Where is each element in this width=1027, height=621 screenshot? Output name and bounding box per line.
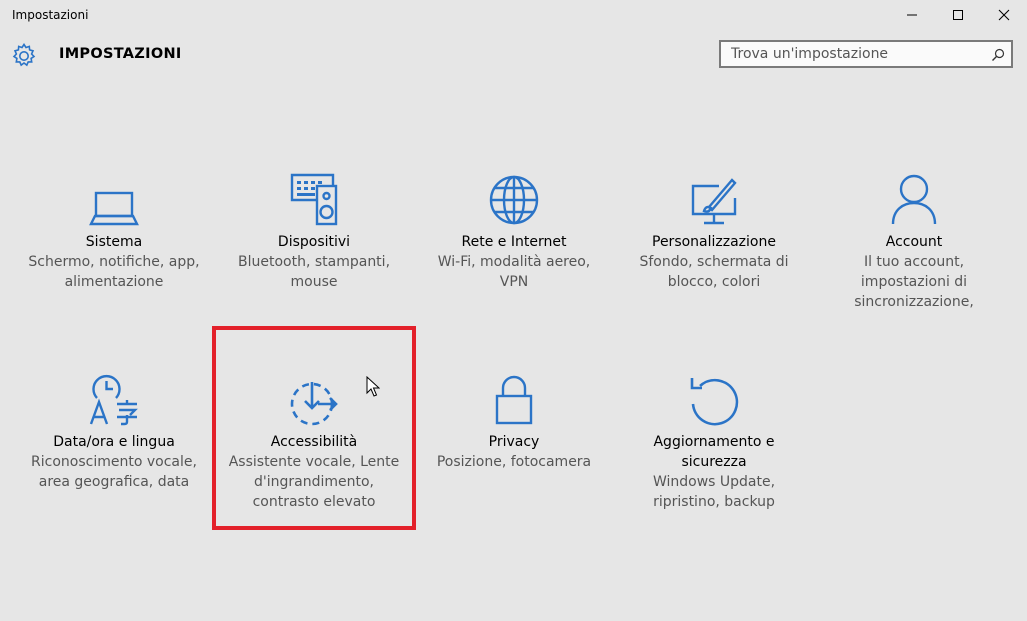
lock-icon (495, 375, 533, 425)
tile-description: Windows Update, ripristino, backup (652, 474, 776, 510)
personalization-icon (691, 178, 737, 225)
search-icon[interactable] (991, 47, 1005, 66)
minimize-button[interactable] (889, 0, 935, 30)
laptop-icon (89, 191, 139, 226)
tile-label: Account (885, 234, 943, 250)
tile-rete-internet[interactable]: Rete e Internet Wi-Fi, modalità aereo, VP… (414, 168, 614, 292)
tile-dispositivi[interactable]: Dispositivi Bluetooth, stampanti, mouse (214, 168, 414, 292)
tile-personalizzazione[interactable]: Personalizzazione Sfondo, schermata di bl… (614, 168, 814, 292)
time-language-icon (89, 375, 138, 426)
tile-label: Personalizzazione (652, 234, 776, 250)
tile-description: Bluetooth, stampanti, mouse (237, 254, 391, 290)
tile-description: Posizione, fotocamera (436, 454, 592, 470)
tile-description: Sfondo, schermata di blocco, colori (639, 254, 789, 290)
mouse-pointer-icon (366, 375, 381, 402)
tile-label: Dispositivi (277, 234, 351, 250)
tile-label: Sistema (85, 234, 143, 250)
tile-privacy[interactable]: Privacy Posizione, fotocamera (414, 368, 614, 472)
title-bar: Impostazioni (0, 0, 1027, 30)
highlight-frame (212, 326, 416, 530)
tile-description: Il tuo account, impostazioni di sincronizz… (854, 254, 974, 310)
update-icon (690, 378, 739, 426)
tile-description: Wi-Fi, modalità aereo, VPN (437, 254, 591, 290)
search-input[interactable] (721, 42, 991, 66)
gear-icon (10, 42, 38, 70)
globe-icon (489, 175, 539, 225)
tile-data-ora-lingua[interactable]: Data/ora e lingua Riconoscimento vocale,… (14, 368, 214, 492)
user-icon (891, 174, 937, 225)
maximize-icon (953, 10, 963, 20)
tile-label: Rete e Internet (461, 234, 567, 250)
page-title: IMPOSTAZIONI (59, 46, 182, 62)
search-box[interactable] (719, 40, 1013, 68)
window-title: Impostazioni (12, 8, 89, 22)
tile-label: Privacy (488, 434, 540, 450)
close-icon (998, 9, 1010, 21)
tile-label: Data/ora e lingua (53, 434, 175, 450)
tile-aggiornamento-sicurezza[interactable]: Aggiornamento e sicurezza Windows Update,… (614, 368, 814, 512)
close-button[interactable] (981, 0, 1027, 30)
tile-sistema[interactable]: Sistema Schermo, notifiche, app, alimenta… (14, 168, 214, 292)
tile-account[interactable]: Account Il tuo account, impostazioni di si… (814, 168, 1014, 312)
tile-label: Aggiornamento e sicurezza (653, 434, 775, 470)
minimize-icon (907, 14, 917, 16)
tile-description: Schermo, notifiche, app, alimentazione (28, 254, 200, 290)
devices-icon (290, 173, 338, 226)
tile-description: Riconoscimento vocale, area geografica, d… (31, 454, 197, 490)
maximize-button[interactable] (935, 0, 981, 30)
